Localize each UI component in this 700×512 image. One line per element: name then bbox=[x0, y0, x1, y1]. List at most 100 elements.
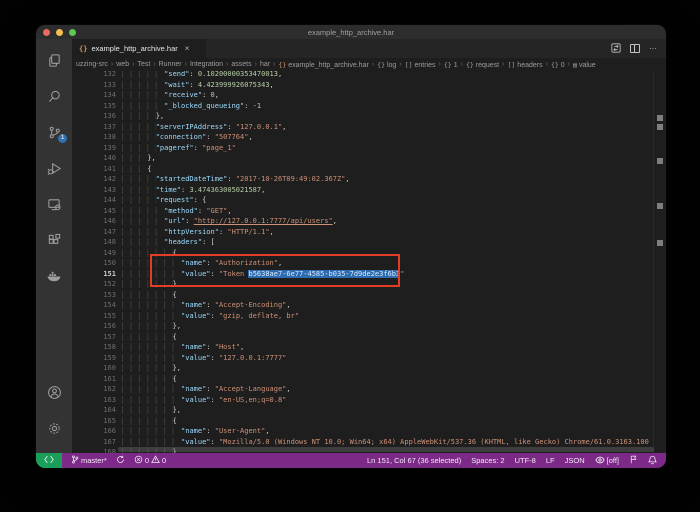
breadcrumb-item[interactable]: Runner bbox=[159, 61, 182, 68]
line-number[interactable]: 139 bbox=[72, 143, 116, 154]
code-line[interactable]: "send": 0.10200000353470013, bbox=[122, 71, 653, 80]
line-number[interactable]: 161 bbox=[72, 374, 116, 385]
problems-status[interactable]: 0 0 bbox=[134, 455, 166, 466]
line-number[interactable]: 132 bbox=[72, 71, 116, 80]
extensions-icon[interactable] bbox=[41, 227, 67, 253]
code-line[interactable]: }, bbox=[122, 153, 653, 164]
line-number[interactable]: 146 bbox=[72, 216, 116, 227]
code-line[interactable]: "name": "Accept-Language", bbox=[122, 384, 653, 395]
code-line[interactable]: { bbox=[122, 248, 653, 259]
line-number[interactable]: 150 bbox=[72, 258, 116, 269]
line-number[interactable]: 133 bbox=[72, 80, 116, 91]
code-line[interactable]: { bbox=[122, 164, 653, 175]
code-line[interactable]: "request": { bbox=[122, 195, 653, 206]
line-number[interactable]: 153 bbox=[72, 290, 116, 301]
breadcrumb-item[interactable]: assets bbox=[231, 61, 251, 68]
breadcrumb-item[interactable]: {}0 bbox=[551, 61, 565, 69]
line-number[interactable]: 168 bbox=[72, 447, 116, 453]
line-number[interactable]: 160 bbox=[72, 363, 116, 374]
line-number[interactable]: 143 bbox=[72, 185, 116, 196]
code-line[interactable]: "pageref": "page_1" bbox=[122, 143, 653, 154]
line-number[interactable]: 147 bbox=[72, 227, 116, 238]
code-line[interactable]: "_blocked_queueing": -1 bbox=[122, 101, 653, 112]
tab-close-icon[interactable]: × bbox=[185, 44, 190, 53]
editor[interactable]: 1321331341351361371381391401411421431441… bbox=[72, 71, 666, 453]
code-line[interactable]: "headers": [ bbox=[122, 237, 653, 248]
code-line[interactable]: "name": "Host", bbox=[122, 342, 653, 353]
line-number[interactable]: 166 bbox=[72, 426, 116, 437]
breadcrumb-item[interactable]: web bbox=[116, 61, 129, 68]
line-number[interactable]: 158 bbox=[72, 342, 116, 353]
screencast-status[interactable]: [off] bbox=[595, 456, 619, 466]
run-debug-icon[interactable] bbox=[41, 155, 67, 181]
line-number[interactable]: 148 bbox=[72, 237, 116, 248]
breadcrumb-item[interactable]: Test bbox=[137, 61, 150, 68]
line-number[interactable]: 159 bbox=[72, 353, 116, 364]
line-number[interactable]: 155 bbox=[72, 311, 116, 322]
line-number[interactable]: 141 bbox=[72, 164, 116, 175]
code-line[interactable]: "name": "Authorization", bbox=[122, 258, 653, 269]
breadcrumb-item[interactable]: {}request bbox=[466, 61, 499, 69]
line-number[interactable]: 142 bbox=[72, 174, 116, 185]
code-line[interactable]: { bbox=[122, 290, 653, 301]
remote-explorer-icon[interactable] bbox=[41, 191, 67, 217]
code-line[interactable]: "value": "en-US,en;q=0.8" bbox=[122, 395, 653, 406]
code-line[interactable]: "value": "127.0.0.1:7777" bbox=[122, 353, 653, 364]
code-line[interactable]: "time": 3.474363005021587, bbox=[122, 185, 653, 196]
encoding-status[interactable]: UTF-8 bbox=[515, 456, 536, 465]
code-line[interactable]: "value": "Mozilla/5.0 (Windows NT 10.0; … bbox=[122, 437, 653, 448]
code-line[interactable]: "wait": 4.423999926075343, bbox=[122, 80, 653, 91]
code-line[interactable]: }, bbox=[122, 405, 653, 416]
more-actions-icon[interactable]: ··· bbox=[649, 45, 657, 53]
overview-ruler-scrollbar[interactable] bbox=[653, 71, 666, 453]
breadcrumb-item[interactable]: {}example_http_archive.har bbox=[278, 61, 368, 69]
language-mode-status[interactable]: JSON bbox=[565, 456, 585, 465]
sync-status[interactable] bbox=[116, 455, 125, 466]
breadcrumb-item[interactable]: ▤value bbox=[573, 61, 596, 69]
line-number[interactable]: 149 bbox=[72, 248, 116, 259]
code-line[interactable]: { bbox=[122, 332, 653, 343]
line-number[interactable]: 151 bbox=[72, 269, 116, 280]
code-line[interactable]: { bbox=[122, 416, 653, 427]
explorer-icon[interactable] bbox=[41, 47, 67, 73]
account-icon[interactable] bbox=[41, 379, 67, 405]
notifications-status[interactable] bbox=[648, 455, 657, 467]
search-icon[interactable] bbox=[41, 83, 67, 109]
close-window-button[interactable] bbox=[43, 29, 50, 36]
line-number[interactable]: 164 bbox=[72, 405, 116, 416]
code-line[interactable]: "serverIPAddress": "127.0.0.1", bbox=[122, 122, 653, 133]
line-number[interactable]: 156 bbox=[72, 321, 116, 332]
line-number[interactable]: 165 bbox=[72, 416, 116, 427]
line-number[interactable]: 144 bbox=[72, 195, 116, 206]
code-line[interactable]: "startedDateTime": "2017-10-26T09:49:02.… bbox=[122, 174, 653, 185]
line-number-gutter[interactable]: 1321331341351361371381391401411421431441… bbox=[72, 71, 118, 453]
line-number[interactable]: 137 bbox=[72, 122, 116, 133]
split-editor-icon[interactable] bbox=[630, 44, 640, 53]
settings-gear-icon[interactable] bbox=[41, 415, 67, 441]
code-line[interactable]: "name": "Accept-Encoding", bbox=[122, 300, 653, 311]
feedback-status[interactable] bbox=[629, 455, 638, 466]
code-line[interactable]: { bbox=[122, 374, 653, 385]
code-line[interactable]: "name": "User-Agent", bbox=[122, 426, 653, 437]
tab-example-http-archive[interactable]: {} example_http_archive.har × bbox=[72, 39, 206, 58]
horizontal-scrollbar[interactable] bbox=[118, 447, 654, 452]
code-line[interactable]: "value": "Token b5638ae7-6e77-4585-b035-… bbox=[122, 269, 653, 280]
line-number[interactable]: 145 bbox=[72, 206, 116, 217]
indentation-status[interactable]: Spaces: 2 bbox=[471, 456, 504, 465]
code-area[interactable]: "send": 0.10200000353470013, "wait": 4.4… bbox=[118, 71, 653, 453]
line-number[interactable]: 163 bbox=[72, 395, 116, 406]
line-number[interactable]: 154 bbox=[72, 300, 116, 311]
line-number[interactable]: 157 bbox=[72, 332, 116, 343]
line-number[interactable]: 140 bbox=[72, 153, 116, 164]
line-number[interactable]: 162 bbox=[72, 384, 116, 395]
breadcrumb-item[interactable]: {}log bbox=[377, 61, 396, 69]
line-number[interactable]: 134 bbox=[72, 90, 116, 101]
line-number[interactable]: 138 bbox=[72, 132, 116, 143]
code-line[interactable]: }, bbox=[122, 363, 653, 374]
code-line[interactable]: "value": "gzip, deflate, br" bbox=[122, 311, 653, 322]
eol-status[interactable]: LF bbox=[546, 456, 555, 465]
git-branch-status[interactable]: master* bbox=[71, 455, 107, 466]
breadcrumb-item[interactable]: []entries bbox=[405, 61, 436, 69]
cursor-position-status[interactable]: Ln 151, Col 67 (36 selected) bbox=[367, 456, 461, 465]
zoom-window-button[interactable] bbox=[69, 29, 76, 36]
